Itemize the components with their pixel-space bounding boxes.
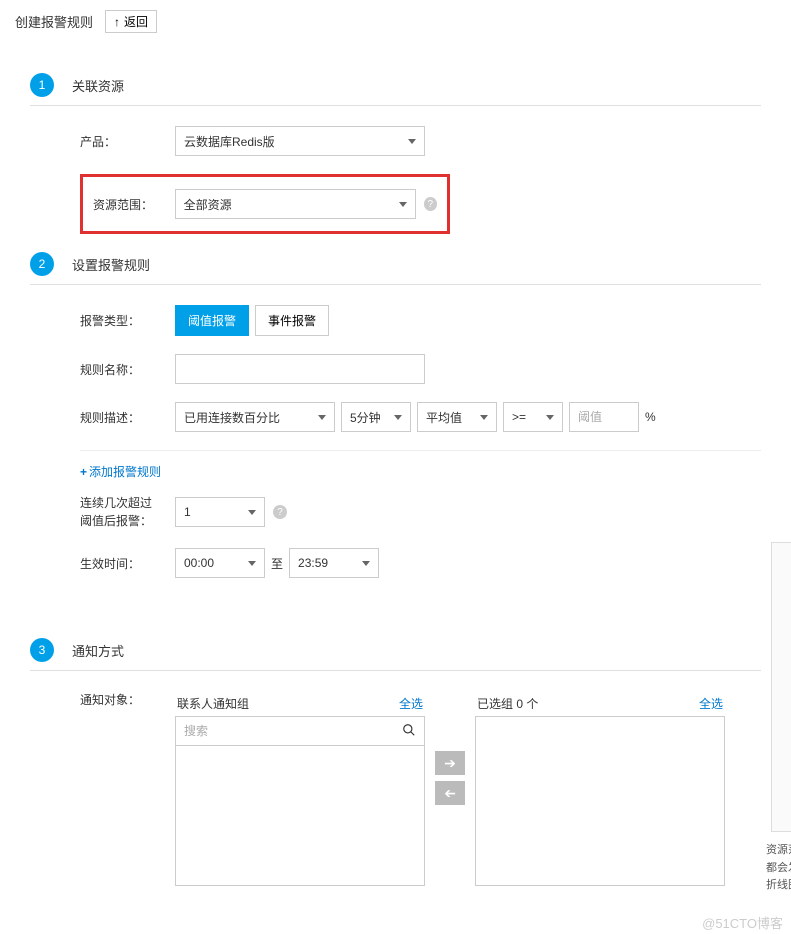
consecutive-label: 连续几次超过 阈值后报警：: [80, 494, 175, 530]
time-to-select[interactable]: 23:59: [289, 548, 379, 578]
add-rule-label: 添加报警规则: [89, 463, 161, 480]
chevron-down-icon: [362, 561, 370, 566]
scope-value: 全部资源: [184, 196, 232, 213]
section-notify: 3 通知方式 通知对象： 联系人通知组 全选: [0, 638, 791, 934]
section-rules: 2 设置报警规则 报警类型： 阈值报警 事件报警 规则名称： 规则描述： 已用连…: [0, 252, 791, 578]
rule-desc-label: 规则描述：: [80, 409, 175, 426]
duration-value: 5分钟: [350, 409, 381, 426]
plus-icon: +: [80, 465, 87, 479]
chevron-down-icon: [408, 139, 416, 144]
consecutive-value: 1: [184, 505, 191, 519]
page-title: 创建报警规则: [15, 12, 93, 31]
percent-label: %: [645, 410, 656, 424]
product-select[interactable]: 云数据库Redis版: [175, 126, 425, 156]
selected-list[interactable]: [475, 716, 725, 886]
alarm-type-label: 报警类型：: [80, 312, 175, 329]
time-from-value: 00:00: [184, 556, 214, 570]
step-badge-2: 2: [30, 252, 54, 276]
product-label: 产品：: [80, 133, 175, 150]
operator-value: >=: [512, 410, 526, 424]
back-button[interactable]: ↑ 返回: [105, 10, 157, 33]
selected-header: 已选组 0 个: [477, 695, 538, 712]
step-badge-1: 1: [30, 73, 54, 97]
search-icon[interactable]: [402, 723, 416, 740]
time-to-value: 23:59: [298, 556, 328, 570]
help-icon[interactable]: ?: [273, 505, 287, 519]
section-title-3: 通知方式: [72, 641, 124, 660]
search-box[interactable]: [175, 716, 425, 746]
move-left-button[interactable]: ➔: [435, 781, 465, 805]
available-list[interactable]: [175, 746, 425, 886]
chevron-down-icon: [248, 561, 256, 566]
rule-name-input[interactable]: [175, 354, 425, 384]
add-rule-link[interactable]: + 添加报警规则: [80, 463, 161, 480]
watermark: @51CTO博客: [702, 913, 783, 932]
stat-select[interactable]: 平均值: [417, 402, 497, 432]
back-label: 返回: [124, 13, 148, 30]
scope-select[interactable]: 全部资源: [175, 189, 416, 219]
select-all-left[interactable]: 全选: [399, 695, 423, 712]
search-input[interactable]: [184, 724, 402, 738]
metric-value: 已用连接数百分比: [184, 409, 280, 426]
help-icon[interactable]: ?: [424, 197, 437, 211]
operator-select[interactable]: >=: [503, 402, 563, 432]
move-right-button[interactable]: ➔: [435, 751, 465, 775]
tab-threshold[interactable]: 阈值报警: [175, 305, 249, 336]
section-title-2: 设置报警规则: [72, 255, 150, 274]
chevron-down-icon: [248, 510, 256, 515]
chevron-down-icon: [318, 415, 326, 420]
duration-select[interactable]: 5分钟: [341, 402, 411, 432]
transfer-selected: 已选组 0 个 全选: [475, 691, 725, 886]
chevron-down-icon: [546, 415, 554, 420]
time-from-select[interactable]: 00:00: [175, 548, 265, 578]
product-value: 云数据库Redis版: [184, 133, 275, 150]
available-header: 联系人通知组: [177, 695, 249, 712]
threshold-input[interactable]: [569, 402, 639, 432]
effective-time-label: 生效时间：: [80, 555, 175, 572]
stat-value: 平均值: [426, 409, 462, 426]
scope-label: 资源范围：: [93, 196, 175, 213]
to-separator: 至: [271, 555, 283, 572]
scope-highlight: 资源范围： 全部资源 ?: [80, 174, 450, 234]
chevron-down-icon: [399, 202, 407, 207]
consecutive-select[interactable]: 1: [175, 497, 265, 527]
step-badge-3: 3: [30, 638, 54, 662]
chevron-down-icon: [480, 415, 488, 420]
notify-target-label: 通知对象：: [80, 691, 175, 708]
metric-select[interactable]: 已用连接数百分比: [175, 402, 335, 432]
section-resources: 1 关联资源 产品： 云数据库Redis版 资源范围： 全部资源 ?: [0, 73, 791, 234]
select-all-right[interactable]: 全选: [699, 695, 723, 712]
back-arrow-icon: ↑: [114, 15, 120, 29]
transfer-available: 联系人通知组 全选: [175, 691, 425, 886]
section-title-1: 关联资源: [72, 76, 124, 95]
rule-name-label: 规则名称：: [80, 361, 175, 378]
chevron-down-icon: [394, 415, 402, 420]
tab-event[interactable]: 事件报警: [255, 305, 329, 336]
